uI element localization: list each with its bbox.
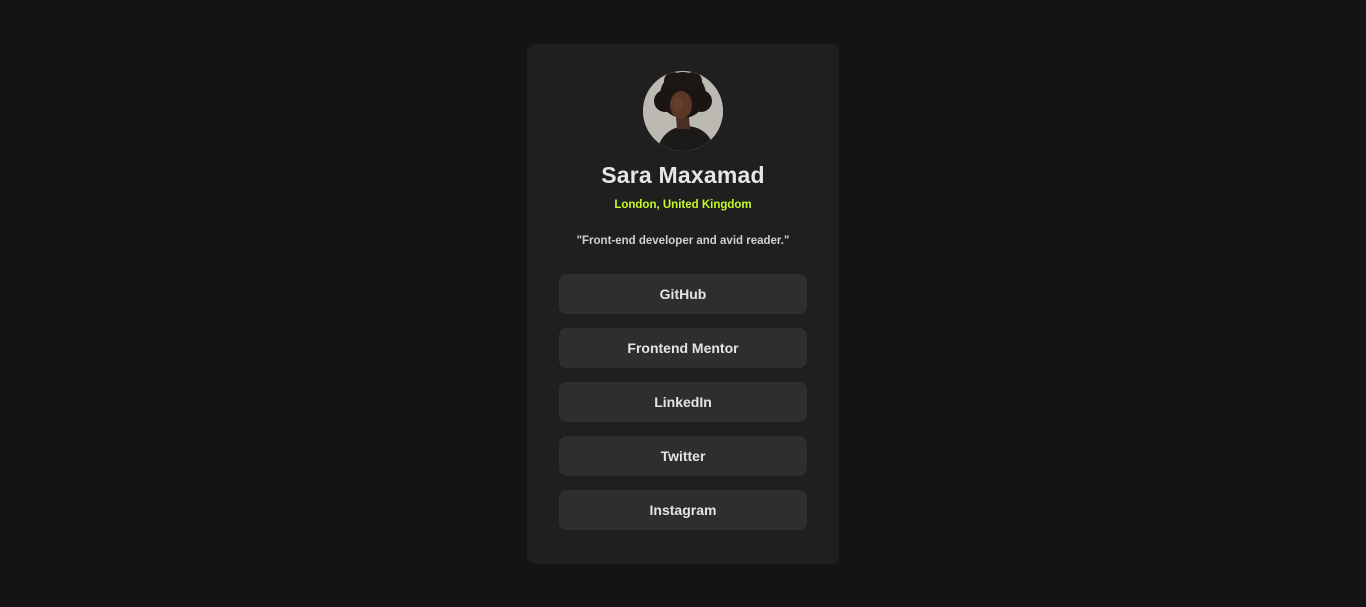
profile-card: Sara Maxamad London, United Kingdom "Fro… <box>527 44 839 564</box>
linkedin-link-button[interactable]: LinkedIn <box>559 382 807 422</box>
social-links-list: GitHub Frontend Mentor LinkedIn Twitter … <box>559 274 807 544</box>
list-item: Frontend Mentor <box>559 328 807 368</box>
frontend-mentor-link-button[interactable]: Frontend Mentor <box>559 328 807 368</box>
profile-photo-icon <box>643 71 723 151</box>
profile-location: London, United Kingdom <box>614 199 752 211</box>
twitter-link-button[interactable]: Twitter <box>559 436 807 476</box>
avatar <box>643 71 723 151</box>
list-item: Twitter <box>559 436 807 476</box>
list-item: Instagram <box>559 490 807 530</box>
instagram-link-button[interactable]: Instagram <box>559 490 807 530</box>
profile-name: Sara Maxamad <box>601 162 765 188</box>
list-item: GitHub <box>559 274 807 314</box>
profile-bio: "Front-end developer and avid reader." <box>576 235 790 247</box>
list-item: LinkedIn <box>559 382 807 422</box>
github-link-button[interactable]: GitHub <box>559 274 807 314</box>
